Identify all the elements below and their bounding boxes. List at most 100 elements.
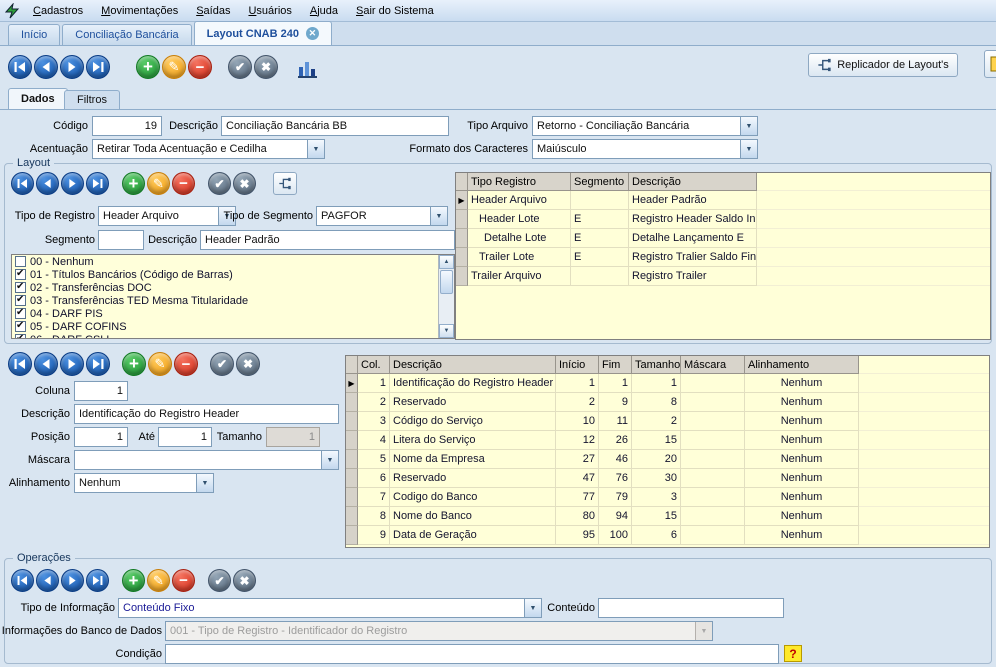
column-header[interactable]: Máscara — [681, 356, 745, 374]
column-header[interactable]: Tamanho — [632, 356, 681, 374]
layout-nav-first-button[interactable] — [11, 172, 34, 195]
checkbox-unchecked-icon[interactable] — [15, 256, 26, 267]
list-item[interactable]: 04 - DARF PIS — [12, 307, 454, 320]
list-item[interactable]: 00 - Nenhum — [12, 255, 454, 268]
grid-cell[interactable]: 1 — [358, 374, 390, 393]
grid-cell[interactable]: 5 — [358, 450, 390, 469]
grid-cell[interactable]: 94 — [599, 507, 632, 526]
row-selector[interactable] — [346, 507, 358, 526]
tab-layout-cnab-240[interactable]: Layout CNAB 240 ✕ — [194, 21, 332, 45]
column-header[interactable]: Início — [556, 356, 599, 374]
grid-cell[interactable]: Registro Tralier Saldo Final — [629, 248, 757, 267]
grid-cell[interactable]: E — [571, 229, 629, 248]
add-button[interactable]: + — [136, 55, 160, 79]
grid-cell[interactable]: Registro Header Saldo Inicia — [629, 210, 757, 229]
grid-cell[interactable] — [681, 526, 745, 545]
grid-cell[interactable]: 1 — [556, 374, 599, 393]
column-header[interactable]: Tipo Registro — [468, 173, 571, 191]
grid-cell[interactable]: Nenhum — [745, 469, 859, 488]
condicao-field[interactable] — [165, 644, 779, 664]
tipo-registro-select[interactable]: Header Arquivo ▼ — [98, 206, 236, 226]
grid-cell[interactable]: 2 — [358, 393, 390, 412]
grid-cell[interactable]: 8 — [632, 393, 681, 412]
grid-cell[interactable]: Trailer Arquivo — [468, 267, 571, 286]
row-selector[interactable] — [346, 450, 358, 469]
help-button[interactable]: ? — [784, 645, 802, 662]
grid-cell[interactable]: 26 — [599, 431, 632, 450]
grid-cell[interactable]: Reservado — [390, 393, 556, 412]
menu-saidas[interactable]: Saídas — [187, 2, 239, 20]
grid-cell[interactable]: 15 — [632, 431, 681, 450]
menu-movimentacoes[interactable]: Movimentações — [92, 2, 187, 20]
row-selector[interactable] — [456, 267, 468, 286]
campos-nav-first-button[interactable] — [8, 352, 32, 376]
grid-cell[interactable]: 6 — [358, 469, 390, 488]
list-item[interactable]: 01 - Títulos Bancários (Código de Barras… — [12, 268, 454, 281]
grid-cell[interactable]: 9 — [358, 526, 390, 545]
grid-cell[interactable]: 15 — [632, 507, 681, 526]
list-item[interactable]: 05 - DARF COFINS — [12, 320, 454, 333]
menu-cadastros[interactable]: Cadastros — [24, 2, 92, 20]
tab-conciliacao-bancaria[interactable]: Conciliação Bancária — [62, 24, 191, 45]
layout-descricao-field[interactable]: Header Padrão — [200, 230, 455, 250]
tab-dados[interactable]: Dados — [8, 88, 68, 109]
grid-cell[interactable]: Reservado — [390, 469, 556, 488]
operacoes-add-button[interactable]: + — [122, 569, 145, 592]
operacoes-nav-first-button[interactable] — [11, 569, 34, 592]
mascara-select[interactable]: ▼ — [74, 450, 339, 470]
grid-cell[interactable]: 2 — [556, 393, 599, 412]
tab-close-icon[interactable]: ✕ — [306, 27, 319, 40]
coluna-field[interactable]: 1 — [74, 381, 128, 401]
menu-sair-do-sistema[interactable]: Sair do Sistema — [347, 2, 443, 20]
grid-cell[interactable]: Nenhum — [745, 488, 859, 507]
grid-cell[interactable]: 77 — [556, 488, 599, 507]
row-selector[interactable] — [346, 412, 358, 431]
grid-cell[interactable] — [571, 191, 629, 210]
grid-cell[interactable]: Litera do Serviço — [390, 431, 556, 450]
row-selector[interactable] — [346, 469, 358, 488]
layout-nav-next-button[interactable] — [61, 172, 84, 195]
grid-cell[interactable]: Nenhum — [745, 507, 859, 526]
alinhamento-select[interactable]: Nenhum ▼ — [74, 473, 214, 493]
grid-cell[interactable]: Nenhum — [745, 450, 859, 469]
codigo-field[interactable]: 19 — [92, 116, 162, 136]
row-selector[interactable] — [456, 229, 468, 248]
campos-confirm-button[interactable]: ✔ — [210, 352, 234, 376]
grid-cell[interactable] — [681, 412, 745, 431]
grid-cell[interactable]: 20 — [632, 450, 681, 469]
layout-cancel-button[interactable]: ✖ — [233, 172, 256, 195]
checkbox-checked-icon[interactable] — [15, 334, 26, 339]
list-item[interactable]: 02 - Transferências DOC — [12, 281, 454, 294]
grid-cell[interactable]: Nenhum — [745, 374, 859, 393]
grid-cell[interactable]: 1 — [599, 374, 632, 393]
grid-cell[interactable] — [681, 507, 745, 526]
partial-right-button[interactable] — [984, 50, 996, 78]
operacoes-nav-next-button[interactable] — [61, 569, 84, 592]
grid-cell[interactable]: Data de Geração — [390, 526, 556, 545]
row-selector[interactable] — [346, 431, 358, 450]
layout-confirm-button[interactable]: ✔ — [208, 172, 231, 195]
grid-cell[interactable]: Detalhe Lote — [468, 229, 571, 248]
grid-cell[interactable]: 3 — [358, 412, 390, 431]
grid-cell[interactable]: 95 — [556, 526, 599, 545]
list-item[interactable]: 03 - Transferências TED Mesma Titularida… — [12, 294, 454, 307]
row-selector[interactable] — [346, 488, 358, 507]
tab-filtros[interactable]: Filtros — [64, 90, 120, 109]
nav-next-button[interactable] — [60, 55, 84, 79]
grid-cell[interactable]: 27 — [556, 450, 599, 469]
segmento-field[interactable] — [98, 230, 144, 250]
layout-records-grid[interactable]: Tipo Registro Segmento Descrição ▶ Heade… — [455, 172, 991, 340]
operacoes-confirm-button[interactable]: ✔ — [208, 569, 231, 592]
menu-ajuda[interactable]: Ajuda — [301, 2, 347, 20]
grid-cell[interactable]: 10 — [556, 412, 599, 431]
delete-button[interactable]: − — [188, 55, 212, 79]
posicao-field[interactable]: 1 — [74, 427, 128, 447]
nav-last-button[interactable] — [86, 55, 110, 79]
tab-inicio[interactable]: Início — [8, 24, 60, 45]
chevron-down-icon[interactable]: ▼ — [196, 474, 213, 492]
scroll-down-icon[interactable]: ▼ — [439, 324, 454, 338]
checkbox-checked-icon[interactable] — [15, 321, 26, 332]
grid-cell[interactable]: Nome do Banco — [390, 507, 556, 526]
grid-cell[interactable] — [681, 469, 745, 488]
grid-cell[interactable]: Header Arquivo — [468, 191, 571, 210]
